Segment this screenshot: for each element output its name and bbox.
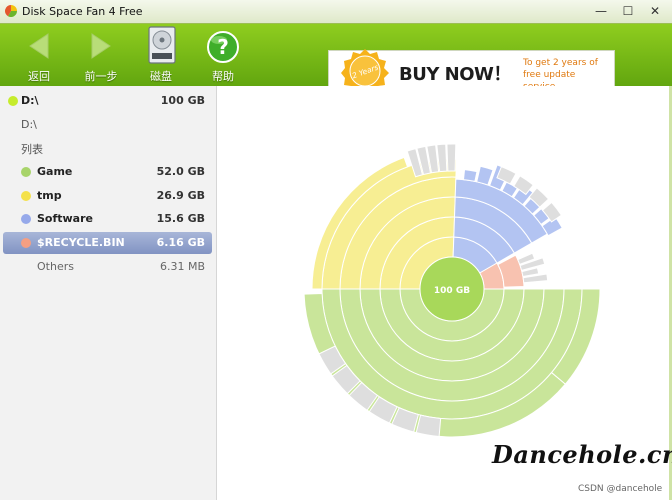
- list-item-others[interactable]: Others 6.31 MB: [3, 256, 212, 278]
- fan-center-label: 100 GB: [434, 286, 470, 296]
- list-item-tmp[interactable]: tmp 26.9 GB: [3, 185, 212, 207]
- forward-button[interactable]: 前一步: [72, 28, 130, 83]
- disk-fan-chart[interactable]: 100 GB: [218, 86, 670, 500]
- fan-sector-others[interactable]: [415, 414, 442, 437]
- disk-label: 磁盘: [150, 70, 172, 83]
- list-item-software[interactable]: Software 15.6 GB: [3, 208, 212, 230]
- window-title: Disk Space Fan 4 Free: [22, 5, 143, 18]
- back-button[interactable]: 返回: [10, 28, 68, 83]
- software-dot: [21, 214, 31, 224]
- credit-text: CSDN @dancehole: [578, 484, 663, 494]
- hard-disk-icon: [148, 26, 176, 64]
- svg-text:?: ?: [217, 35, 229, 59]
- arrow-right-icon: [91, 33, 111, 59]
- drive-dot: [8, 96, 18, 106]
- toolbar: 返回 前一步 磁盘 ? 帮助 2 Years BUY NOW！ To get 2: [0, 24, 672, 93]
- watermark-text: Dancehole.cn: [492, 440, 672, 469]
- recycle-dot: [21, 238, 31, 248]
- buy-now-text: BUY NOW！: [399, 64, 511, 85]
- fan-sector-software[interactable]: [462, 169, 478, 182]
- list-item-name: tmp: [37, 189, 62, 202]
- list-item-name: Others: [37, 260, 74, 273]
- path-row: D:\: [3, 114, 212, 136]
- list-header-text: 列表: [21, 143, 43, 156]
- game-dot: [21, 167, 31, 177]
- list-item-name: Software: [37, 212, 93, 225]
- sidebar: D:\ 100 GB D:\ 列表 Game 52.0 GB tmp 26.9 …: [0, 86, 217, 500]
- app-logo-icon: [5, 5, 17, 17]
- list-item-size: 52.0 GB: [156, 165, 205, 178]
- help-icon: ?: [207, 31, 239, 63]
- path-text: D:\: [21, 118, 37, 131]
- list-item-name: Game: [37, 165, 73, 178]
- drive-name: D:\: [21, 94, 39, 107]
- forward-label: 前一步: [84, 70, 118, 83]
- list-item-size: 26.9 GB: [156, 189, 205, 202]
- list-item-game[interactable]: Game 52.0 GB: [3, 161, 212, 183]
- list-item-recycle-bin[interactable]: $RECYCLE.BIN 6.16 GB: [3, 232, 212, 254]
- fan-chart-area: 100 GB: [218, 86, 670, 500]
- drive-row[interactable]: D:\ 100 GB: [3, 90, 212, 112]
- fan-sector-others[interactable]: [446, 143, 457, 172]
- disk-button[interactable]: 磁盘: [132, 26, 190, 83]
- tmp-dot: [21, 191, 31, 201]
- title-bar: Disk Space Fan 4 Free — ☐ ✕: [0, 0, 672, 24]
- list-item-size: 6.31 MB: [159, 260, 205, 273]
- list-item-name: $RECYCLE.BIN: [37, 236, 125, 249]
- close-button[interactable]: ✕: [642, 2, 668, 20]
- back-label: 返回: [28, 70, 50, 83]
- help-label: 帮助: [212, 70, 234, 83]
- minimize-button[interactable]: —: [588, 2, 614, 20]
- help-button[interactable]: ? 帮助: [194, 28, 252, 83]
- list-header: 列表: [3, 137, 212, 159]
- arrow-left-icon: [29, 33, 49, 59]
- list-item-size: 6.16 GB: [156, 236, 205, 249]
- drive-size: 100 GB: [160, 94, 205, 107]
- buy-now-banner[interactable]: 2 Years BUY NOW！ To get 2 years of free …: [328, 49, 615, 93]
- list-item-size: 15.6 GB: [156, 212, 205, 225]
- maximize-button[interactable]: ☐: [615, 2, 641, 20]
